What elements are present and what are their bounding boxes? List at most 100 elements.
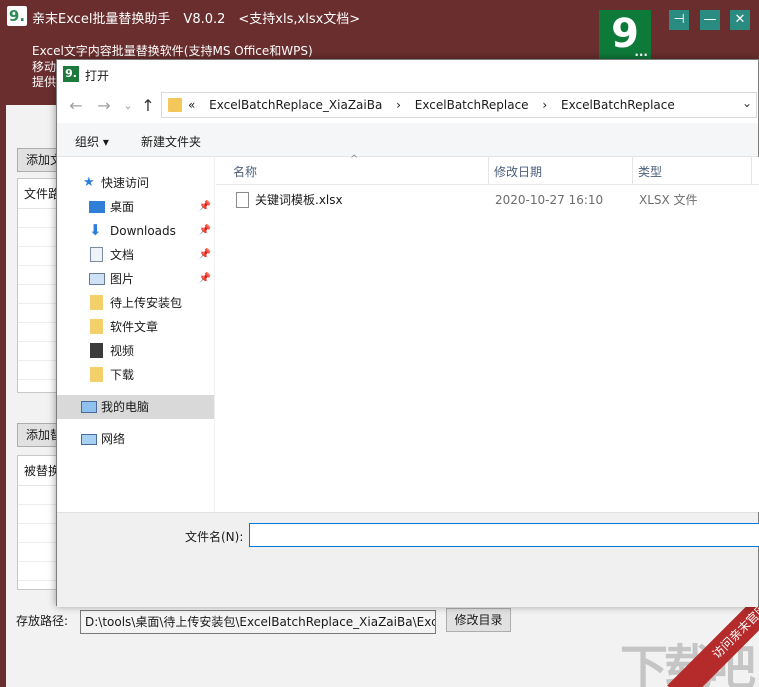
nav-item-label: 下载 (110, 368, 135, 382)
save-path-field[interactable]: D:\tools\桌面\待上传安装包\ExcelBatchReplace_Xia… (80, 610, 436, 634)
breadcrumb-item[interactable]: ExcelBatchReplace_XiaZaiBa (209, 98, 382, 112)
picture-icon (89, 273, 105, 285)
breadcrumb-overflow[interactable]: « (188, 98, 195, 112)
nav-item-downloads-folder[interactable]: 下载 (57, 363, 214, 387)
file-name: 关键词模板.xlsx (255, 193, 343, 207)
command-bar: 组织 ▾ 新建文件夹 (57, 123, 758, 157)
file-list-header: 文件路 (18, 179, 56, 209)
video-icon (90, 343, 103, 358)
back-arrow-icon[interactable]: ← (67, 97, 85, 115)
dialog-titlebar: 9. 打开 (57, 60, 758, 89)
column-divider[interactable] (488, 157, 489, 185)
dialog-bottom-bar: 文件名(N): (57, 512, 759, 607)
list-row (18, 361, 56, 380)
app-subtitle-line3: 提供 (32, 75, 57, 89)
breadcrumb-item[interactable]: ExcelBatchReplace (415, 98, 529, 112)
nav-item-pictures[interactable]: 图片 📌 (57, 267, 214, 291)
column-header-type[interactable]: 类型 (638, 163, 662, 180)
add-replace-button[interactable]: 添加替 (17, 423, 57, 447)
breadcrumb-separator: › (542, 98, 548, 112)
nav-item-documents[interactable]: 文档 📌 (57, 243, 214, 267)
breadcrumb-separator: › (396, 98, 401, 112)
open-file-dialog: 9. 打开 ← → ⌄ ↑ « ExcelBatchReplace_XiaZai… (56, 59, 759, 607)
file-row[interactable]: 关键词模板.xlsx 2020-10-27 16:10 XLSX 文件 (216, 189, 759, 211)
organize-button[interactable]: 组织 ▾ (75, 133, 109, 150)
breadcrumb-item[interactable]: ExcelBatchReplace (561, 98, 675, 112)
list-row (18, 505, 56, 524)
network-icon (81, 434, 97, 445)
document-icon (90, 247, 103, 262)
list-row (18, 562, 56, 581)
filename-input[interactable] (249, 523, 759, 547)
forward-arrow-icon[interactable]: → (95, 97, 113, 115)
brand-logo-dots: ... (634, 45, 648, 59)
list-row (18, 266, 56, 285)
chevron-down-icon[interactable]: ⌄ (742, 96, 752, 110)
column-header-name[interactable]: 名称 (233, 163, 257, 180)
column-divider[interactable] (632, 157, 633, 185)
nav-item-videos[interactable]: 视频 (57, 339, 214, 363)
pin-icon[interactable]: 📌 (199, 195, 211, 219)
filename-label: 文件名(N): (185, 530, 244, 544)
nav-item-desktop[interactable]: 桌面 📌 (57, 195, 214, 219)
recent-locations-icon[interactable]: ⌄ (119, 97, 137, 115)
list-row (18, 342, 56, 361)
nav-item-label: 文档 (110, 248, 135, 262)
new-folder-button[interactable]: 新建文件夹 (141, 133, 201, 150)
nav-network[interactable]: 网络 (57, 427, 214, 451)
nav-network-label: 网络 (101, 432, 126, 446)
file-list[interactable]: 文件路 (17, 178, 57, 393)
folder-icon (90, 295, 103, 310)
sort-arrow-icon: ^ (350, 154, 359, 165)
column-headers: ^ 名称 修改日期 类型 (216, 154, 759, 185)
close-button[interactable]: ✕ (730, 10, 750, 30)
list-row (18, 304, 56, 323)
navigation-pane: ★ 快速访问 桌面 📌 ⬇ Downloads 📌 文档 📌 图片 📌 待上传安… (57, 157, 215, 512)
list-row (18, 209, 56, 228)
column-header-modified[interactable]: 修改日期 (494, 163, 542, 180)
nav-this-pc[interactable]: 我的电脑 (57, 395, 214, 419)
dialog-app-icon: 9. (63, 66, 79, 82)
folder-icon (168, 98, 182, 112)
nav-quick-access[interactable]: ★ 快速访问 (57, 171, 214, 195)
list-row (18, 285, 56, 304)
computer-icon (81, 401, 97, 413)
address-bar[interactable]: « ExcelBatchReplace_XiaZaiBa › ExcelBatc… (161, 92, 757, 118)
list-row (18, 524, 56, 543)
nav-item-label: 图片 (110, 272, 135, 286)
nav-item-label: 桌面 (110, 200, 135, 214)
nav-quick-access-label: 快速访问 (101, 176, 150, 190)
list-row (18, 543, 56, 562)
desktop-icon (89, 201, 105, 213)
file-icon (236, 192, 249, 208)
nav-item-downloads[interactable]: ⬇ Downloads 📌 (57, 219, 214, 243)
list-row (18, 247, 56, 266)
nav-item-label: 视频 (110, 344, 135, 358)
app-subtitle: Excel文字内容批量替换软件(支持MS Office和WPS) (32, 44, 313, 58)
replace-list[interactable]: 被替换 (17, 455, 57, 590)
pin-icon[interactable]: 📌 (199, 267, 211, 291)
pin-icon[interactable]: 📌 (199, 243, 211, 267)
folder-icon (90, 319, 103, 334)
nav-item-pending-uploads[interactable]: 待上传安装包 (57, 291, 214, 315)
file-modified: 2020-10-27 16:10 (495, 193, 604, 207)
modify-dir-button[interactable]: 修改目录 (446, 608, 511, 632)
pin-icon[interactable]: 📌 (199, 219, 211, 243)
column-divider[interactable] (751, 157, 752, 185)
star-icon: ★ (83, 175, 95, 190)
file-type: XLSX 文件 (639, 193, 698, 207)
nav-item-label: Downloads (110, 224, 176, 238)
up-arrow-icon[interactable]: ↑ (139, 97, 157, 115)
minimize-button[interactable]: — (700, 10, 720, 30)
add-file-button[interactable]: 添加文 (17, 148, 57, 172)
list-row (18, 323, 56, 342)
dialog-title: 打开 (85, 69, 110, 83)
navigation-row: ← → ⌄ ↑ « ExcelBatchReplace_XiaZaiBa › E… (57, 89, 758, 123)
pin-button[interactable]: ⊣ (669, 10, 689, 30)
folder-icon (90, 367, 103, 382)
file-list-pane: ^ 名称 修改日期 类型 关键词模板.xlsx 2020-10-27 16:10… (216, 154, 759, 512)
nav-item-software-articles[interactable]: 软件文章 (57, 315, 214, 339)
app-title: 亲末Excel批量替换助手 V8.0.2 <支持xls,xlsx文档> (32, 12, 361, 27)
nav-item-label: 软件文章 (110, 320, 159, 334)
breadcrumb: « ExcelBatchReplace_XiaZaiBa › ExcelBatc… (188, 98, 685, 112)
